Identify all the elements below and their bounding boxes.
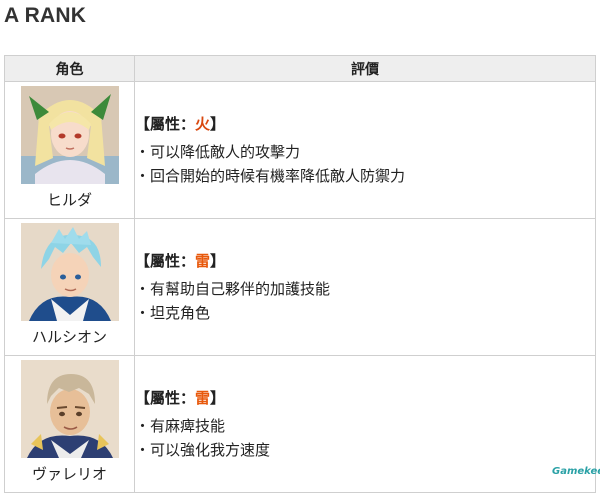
attribute-prefix: 【屬性：	[135, 389, 196, 407]
evaluation-point: ・可以降低敵人的攻擊力	[135, 143, 301, 161]
character-portrait-hilda[interactable]	[20, 86, 119, 184]
character-portrait-valerio[interactable]	[20, 360, 119, 458]
table-row: ハルシオン 【屬性：雷】 ・有幫助自己夥伴的加護技能 ・坦克角色	[4, 218, 596, 356]
evaluation-point: ・可以強化我方速度	[135, 441, 271, 459]
character-cell: ヴァレリオ	[4, 355, 135, 493]
evaluation-cell: 【屬性：火】 ・可以降低敵人的攻擊力 ・回合開始的時候有機率降低敵人防禦力	[134, 81, 596, 219]
attribute-suffix: 】	[210, 389, 226, 407]
attribute-suffix: 】	[210, 252, 226, 270]
attribute-value: 雷	[195, 252, 211, 270]
attribute-line: 【屬性：雷】	[135, 386, 595, 410]
evaluation-point: ・回合開始的時候有機率降低敵人防禦力	[135, 167, 406, 185]
character-name: ハルシオン	[31, 328, 107, 346]
attribute-line: 【屬性：雷】	[135, 249, 595, 273]
header-evaluation: 評價	[134, 55, 596, 82]
header-character: 角色	[4, 55, 135, 82]
evaluation-cell: 【屬性：雷】 ・有麻痺技能 ・可以強化我方速度	[134, 355, 596, 493]
attribute-line: 【屬性：火】	[135, 112, 595, 136]
table-header-row: 角色 評價	[4, 55, 596, 82]
section-title: A RANK	[4, 4, 87, 27]
evaluation-point: ・有幫助自己夥伴的加護技能	[135, 280, 331, 298]
attribute-prefix: 【屬性：	[135, 252, 196, 270]
evaluation-point: ・坦克角色	[135, 304, 211, 322]
evaluation-point: ・有麻痺技能	[135, 417, 226, 435]
table-row: ヴァレリオ 【屬性：雷】 ・有麻痺技能 ・可以強化我方速度	[4, 355, 596, 493]
table-row: ヒルダ 【屬性：火】 ・可以降低敵人的攻擊力 ・回合開始的時候有機率降低敵人防禦…	[4, 81, 596, 219]
character-name: ヴァレリオ	[31, 465, 107, 483]
evaluation-cell: 【屬性：雷】 ・有幫助自己夥伴的加護技能 ・坦克角色	[134, 218, 596, 356]
character-cell: ハルシオン	[4, 218, 135, 356]
rank-table: 角色 評價 ヒルダ 【屬性：火】 ・可以降低敵人的攻擊力 ・回合開始的時候有機率…	[4, 55, 596, 493]
character-cell: ヒルダ	[4, 81, 135, 219]
attribute-value: 火	[195, 115, 211, 133]
attribute-suffix: 】	[210, 115, 226, 133]
attribute-value: 雷	[195, 389, 211, 407]
attribute-prefix: 【屬性：	[135, 115, 196, 133]
watermark-logo: Gamekee	[552, 466, 600, 477]
character-portrait-halcyon[interactable]	[20, 223, 119, 321]
character-name: ヒルダ	[46, 191, 92, 209]
